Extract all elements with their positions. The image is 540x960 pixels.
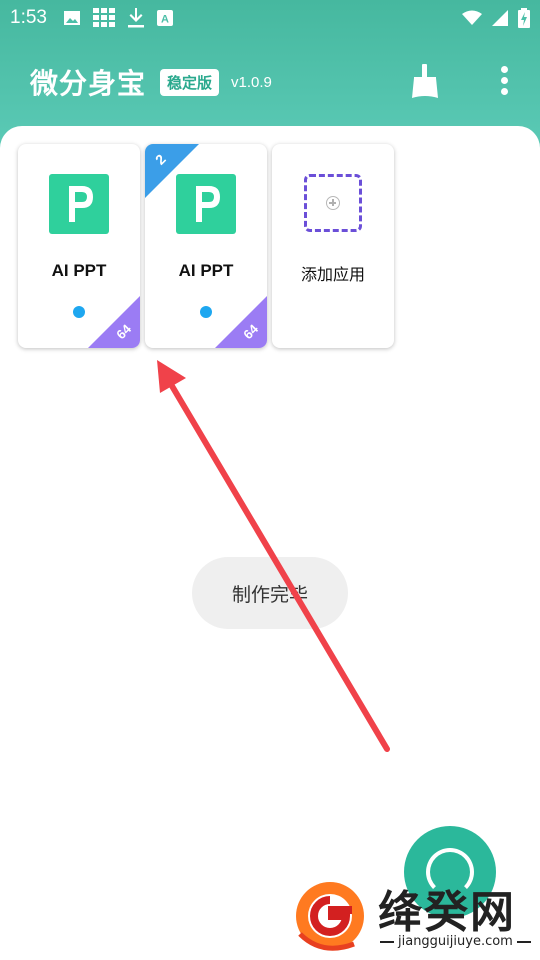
watermark-logo: [296, 882, 364, 951]
watermark-sub: jiangguijiuye.com: [380, 934, 531, 949]
annotation-arrow: [157, 360, 390, 752]
watermark-text: 绛癸网: [378, 887, 516, 938]
watermark-url: jiangguijiuye.com: [398, 934, 513, 949]
